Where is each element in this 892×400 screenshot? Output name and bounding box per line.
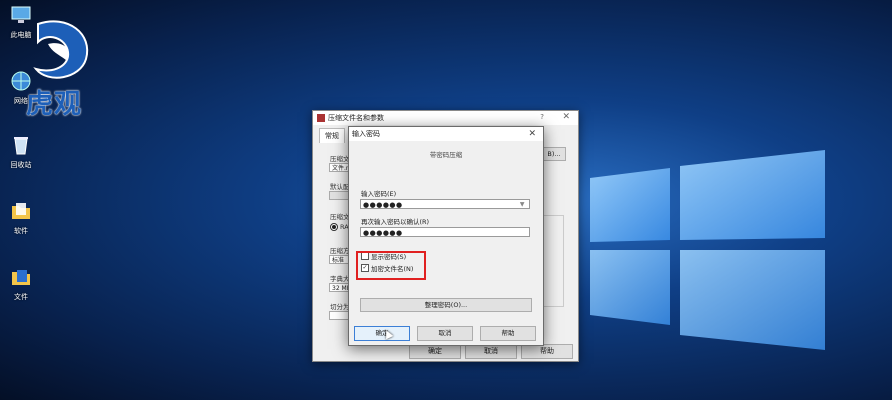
password-value: ●●●●●●: [363, 201, 403, 209]
title-bar: 输入密码 ✕: [349, 127, 543, 141]
organize-passwords-button[interactable]: 整理密码(O)...: [360, 298, 532, 312]
reenter-password-label: 再次输入密码以确认(R): [361, 218, 430, 226]
dialog-title: 输入密码: [352, 130, 380, 138]
desktop-icon-label: 网络: [14, 97, 28, 105]
ok-button[interactable]: 确定: [354, 326, 410, 341]
radio-icon: [330, 223, 338, 231]
desktop-icon-network[interactable]: 网络: [4, 70, 38, 106]
password-input[interactable]: ●●●●●● ▼: [360, 199, 530, 209]
tab-general[interactable]: 常规: [319, 128, 345, 143]
highlight-annotation: [356, 251, 426, 280]
desktop-icon-label: 文件: [14, 293, 28, 301]
desktop-icon-software[interactable]: 软件: [4, 200, 38, 236]
dialog-title: 压缩文件名和参数: [328, 114, 384, 122]
split-volumes-label: 切分为: [330, 303, 350, 311]
profile-label: 默认配: [330, 183, 350, 191]
format-radio-rar[interactable]: RA: [330, 223, 349, 231]
desktop-icon-recycle-bin[interactable]: 回收站: [4, 134, 38, 170]
help-button[interactable]: 帮助: [521, 344, 573, 359]
recycle-bin-icon: [14, 137, 28, 155]
network-icon: [11, 71, 31, 91]
desktop-icon-computer[interactable]: 此电脑: [4, 4, 38, 40]
close-icon[interactable]: ✕: [528, 127, 536, 141]
desktop-icon-label: 软件: [14, 227, 28, 235]
cancel-button[interactable]: 取消: [465, 344, 517, 359]
chevron-down-icon[interactable]: ▼: [520, 200, 525, 210]
desktop-icon-label: 此电脑: [10, 31, 32, 39]
document-icon: [12, 270, 30, 285]
password-value: ●●●●●●: [363, 229, 403, 237]
archive-format-label: 压缩文: [330, 213, 350, 221]
windows-logo-wallpaper: [590, 150, 825, 350]
help-button[interactable]: 帮助: [480, 326, 536, 341]
desktop-icon-label: 回收站: [10, 161, 32, 169]
dialog-heading: 带密码压缩: [429, 151, 463, 159]
compression-method-label: 压缩方: [330, 247, 350, 255]
help-icon[interactable]: ?: [540, 113, 544, 121]
computer-icon: [11, 6, 31, 23]
confirm-password-input[interactable]: ●●●●●●: [360, 227, 530, 237]
ok-button[interactable]: 确定: [409, 344, 461, 359]
close-icon[interactable]: ✕: [562, 112, 570, 122]
cancel-button[interactable]: 取消: [417, 326, 473, 341]
browse-button[interactable]: B)...: [542, 147, 566, 161]
enter-password-dialog: 输入密码 ✕ 带密码压缩 输入密码(E) ●●●●●● ▼ 再次输入密码以确认(…: [348, 126, 544, 346]
winrar-icon: [317, 114, 325, 122]
title-bar: 压缩文件名和参数 ? ✕: [313, 111, 578, 125]
options-group-box: [542, 215, 564, 307]
folder-icon: [12, 203, 30, 219]
desktop-icon-document[interactable]: 文件: [4, 266, 38, 302]
enter-password-label: 输入密码(E): [361, 190, 397, 198]
dictionary-size-label: 字典大: [330, 275, 350, 283]
archive-name-label: 压缩文: [330, 155, 350, 163]
